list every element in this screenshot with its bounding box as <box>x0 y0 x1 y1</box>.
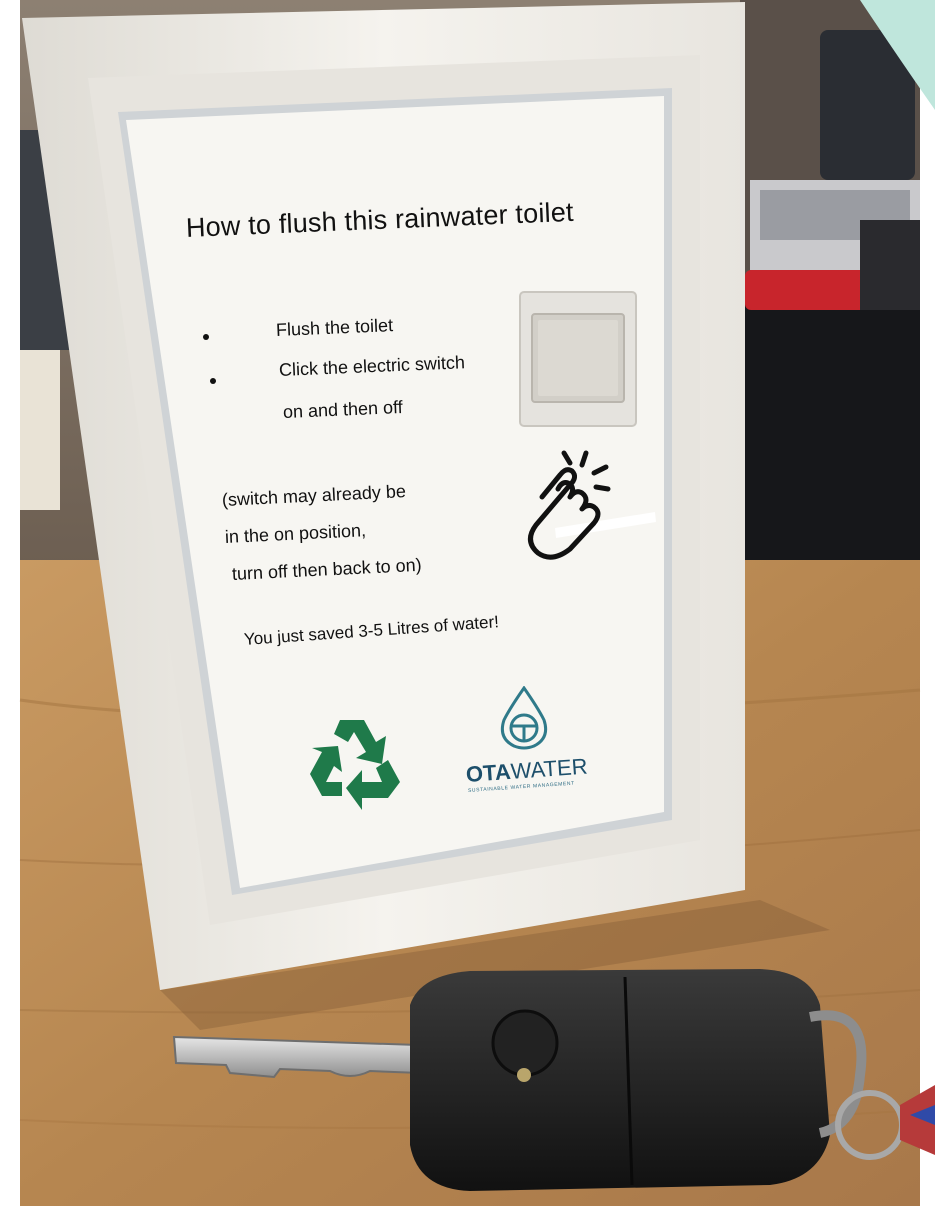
bullet-point <box>203 334 209 340</box>
bullet-point <box>210 378 216 384</box>
tap-hand-icon <box>528 450 611 560</box>
brand-bold: OTA <box>465 758 512 787</box>
light-switch-icon <box>519 291 637 427</box>
car-key-icon <box>172 969 935 1191</box>
brand-regular: WATER <box>509 753 589 784</box>
photo-scene: How to flush this rainwater toilet Flush… <box>0 0 935 1206</box>
recycle-icon <box>310 720 400 810</box>
water-drop-logo-icon <box>500 686 548 750</box>
